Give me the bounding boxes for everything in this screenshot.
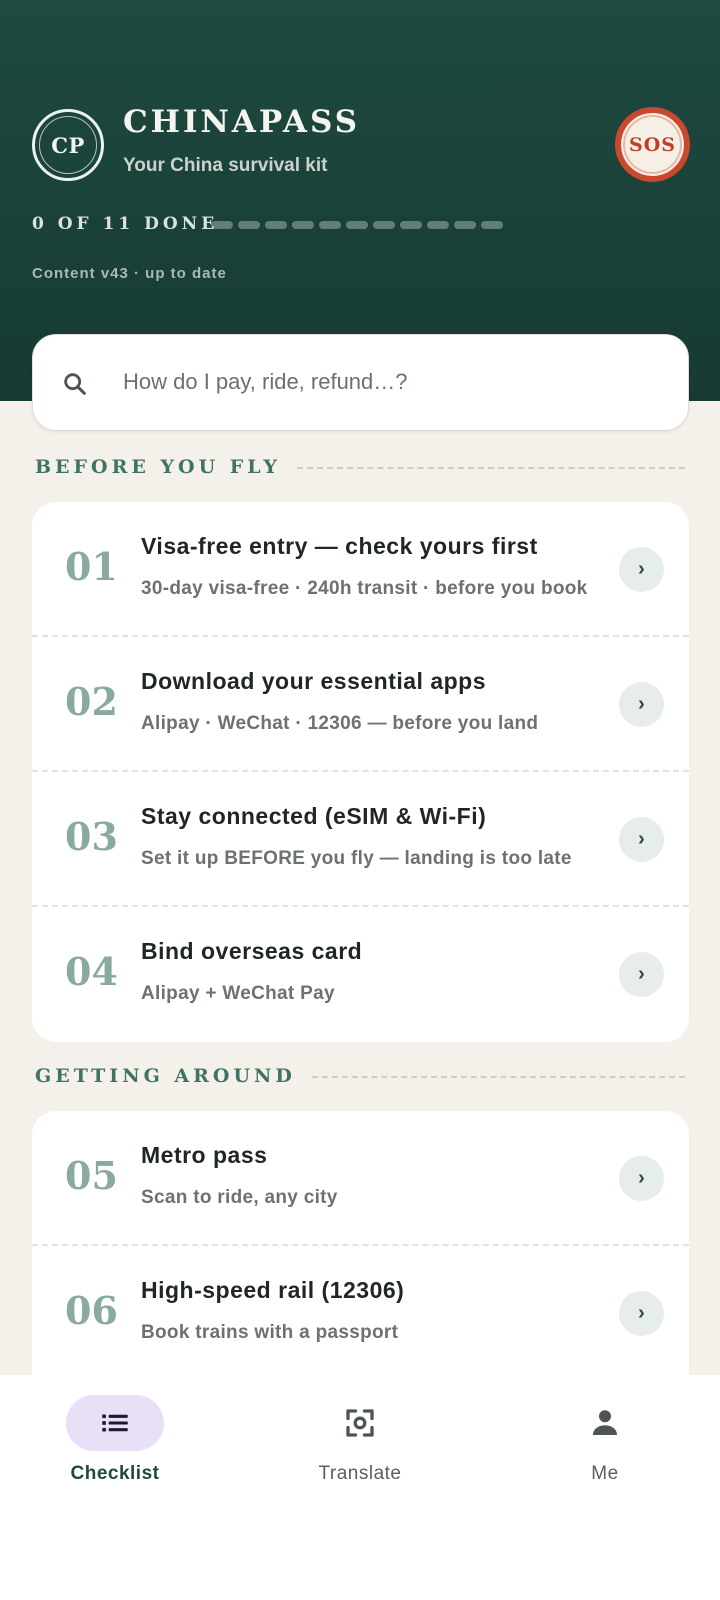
item-number: 01	[65, 544, 118, 589]
content-version-status: Content v43 · up to date	[32, 265, 227, 282]
progress-segment	[292, 221, 314, 229]
section-divider	[311, 1076, 685, 1078]
search-icon	[64, 373, 86, 395]
progress-segment	[373, 221, 395, 229]
nav-label: Me	[591, 1463, 619, 1484]
item-title: Visa-free entry — check yours first	[141, 533, 538, 559]
app-title: CHINAPASS	[123, 104, 361, 140]
checklist-item-visa-free-entry[interactable]: 01 Visa-free entry — check yours first 3…	[32, 502, 689, 637]
checklist-card-getting-around: 05 Metro pass Scan to ride, any city › 0…	[32, 1111, 689, 1411]
chevron-right-icon[interactable]: ›	[619, 547, 664, 592]
list-icon	[102, 1414, 128, 1432]
item-title: High-speed rail (12306)	[141, 1277, 405, 1303]
nav-tab-me[interactable]: Me	[525, 1395, 685, 1495]
sos-button[interactable]: SOS	[615, 107, 690, 182]
checklist-item-stay-connected[interactable]: 03 Stay connected (eSIM & Wi-Fi) Set it …	[32, 772, 689, 907]
progress-segment	[211, 221, 233, 229]
chevron-right-icon[interactable]: ›	[619, 1291, 664, 1336]
nav-label: Checklist	[70, 1463, 160, 1484]
item-subtitle: Alipay · WeChat · 12306 — before you lan…	[141, 713, 539, 734]
item-subtitle: Book trains with a passport	[141, 1322, 399, 1343]
item-title: Metro pass	[141, 1142, 268, 1168]
checklist-item-metro-pass[interactable]: 05 Metro pass Scan to ride, any city ›	[32, 1111, 689, 1246]
app-subtitle: Your China survival kit	[123, 155, 328, 176]
progress-label: 0 OF 11 DONE	[32, 214, 219, 234]
item-number: 03	[65, 814, 118, 859]
nav-active-indicator	[66, 1395, 164, 1451]
scan-icon	[346, 1409, 374, 1437]
checklist-item-bind-overseas-card[interactable]: 04 Bind overseas card Alipay + WeChat Pa…	[32, 907, 689, 1042]
item-title: Stay connected (eSIM & Wi-Fi)	[141, 803, 487, 829]
app-logo: CP	[32, 109, 104, 181]
sos-label: SOS	[621, 113, 684, 176]
checklist-item-high-speed-rail[interactable]: 06 High-speed rail (12306) Book trains w…	[32, 1246, 689, 1381]
section-title: GETTING AROUND	[35, 1065, 296, 1087]
chevron-right-icon[interactable]: ›	[619, 952, 664, 997]
logo-text: CP	[39, 116, 97, 174]
checklist-item-essential-apps[interactable]: 02 Download your essential apps Alipay ·…	[32, 637, 689, 772]
item-subtitle: Alipay + WeChat Pay	[141, 983, 335, 1004]
progress-segment	[238, 221, 260, 229]
person-icon	[593, 1410, 617, 1435]
nav-tab-checklist[interactable]: Checklist	[35, 1395, 195, 1495]
progress-segment	[427, 221, 449, 229]
item-number: 02	[65, 679, 118, 724]
progress-segment	[265, 221, 287, 229]
chevron-right-icon[interactable]: ›	[619, 817, 664, 862]
item-subtitle: Scan to ride, any city	[141, 1187, 338, 1208]
section-header-before-you-fly: BEFORE YOU FLY	[35, 455, 685, 479]
section-header-getting-around: GETTING AROUND	[35, 1064, 685, 1088]
item-number: 04	[65, 949, 118, 994]
chevron-right-icon[interactable]: ›	[619, 1156, 664, 1201]
search-input[interactable]	[123, 357, 663, 407]
progress-segment	[454, 221, 476, 229]
progress-segment	[400, 221, 422, 229]
checklist-card-before-you-fly: 01 Visa-free entry — check yours first 3…	[32, 502, 689, 1042]
item-title: Download your essential apps	[141, 668, 487, 694]
nav-tab-translate[interactable]: Translate	[280, 1395, 440, 1495]
chevron-right-icon[interactable]: ›	[619, 682, 664, 727]
item-title: Bind overseas card	[141, 938, 363, 964]
item-subtitle: Set it up BEFORE you fly — landing is to…	[141, 848, 572, 869]
item-number: 06	[65, 1288, 118, 1333]
nav-label: Translate	[318, 1463, 402, 1484]
nav-icon-container	[556, 1395, 654, 1451]
progress-segment	[319, 221, 341, 229]
nav-icon-container	[311, 1395, 409, 1451]
search-bar[interactable]	[32, 334, 689, 431]
progress-segment	[346, 221, 368, 229]
progress-segment	[481, 221, 503, 229]
item-subtitle: 30-day visa-free · 240h transit · before…	[141, 578, 588, 599]
bottom-navigation: Checklist Translate Me	[0, 1375, 720, 1600]
item-number: 05	[65, 1153, 118, 1198]
section-divider	[296, 467, 685, 469]
progress-bar	[211, 221, 503, 229]
section-title: BEFORE YOU FLY	[35, 456, 281, 478]
